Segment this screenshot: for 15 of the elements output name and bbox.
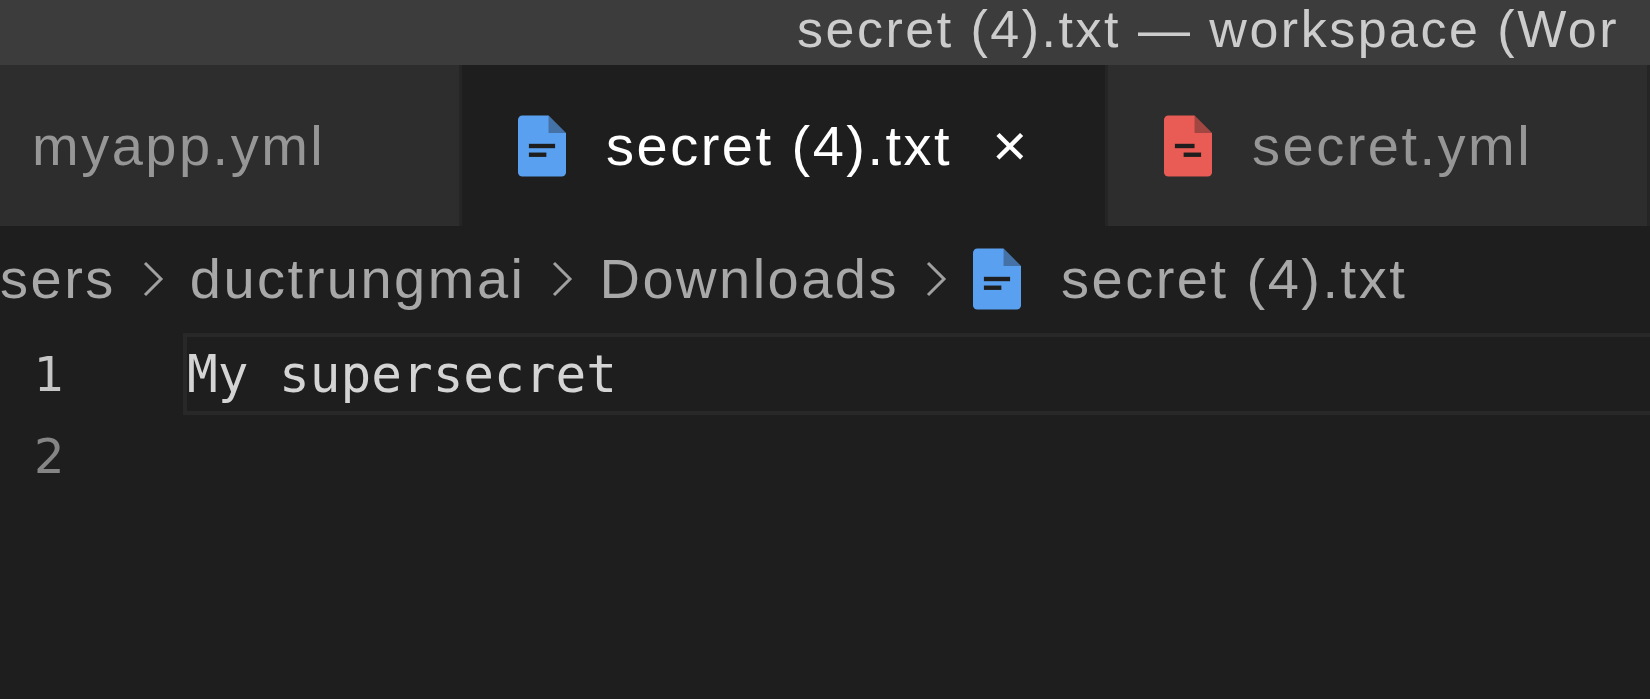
close-icon[interactable]: ×	[992, 115, 1030, 176]
line-number: 1	[33, 346, 66, 402]
file-icon	[1164, 114, 1212, 177]
editor-tab[interactable]: secret (4).txt ×	[462, 65, 1108, 226]
file-icon	[518, 114, 566, 177]
breadcrumb-item[interactable]: ductrungmai	[189, 246, 526, 311]
breadcrumb-item[interactable]: Downloads	[599, 246, 899, 311]
breadcrumb-item[interactable]: sers	[0, 246, 116, 311]
file-icon	[973, 247, 1021, 310]
breadcrumb-item[interactable]: secret (4).txt	[1061, 246, 1408, 311]
editor-tab[interactable]: secret.yml	[1108, 65, 1650, 226]
line-number: 2	[33, 428, 66, 484]
code-text: My supersecret	[187, 344, 617, 404]
editor-tab[interactable]: myapp.yml	[0, 65, 462, 226]
window-title: secret (4).txt — workspace (Wor	[797, 0, 1620, 58]
